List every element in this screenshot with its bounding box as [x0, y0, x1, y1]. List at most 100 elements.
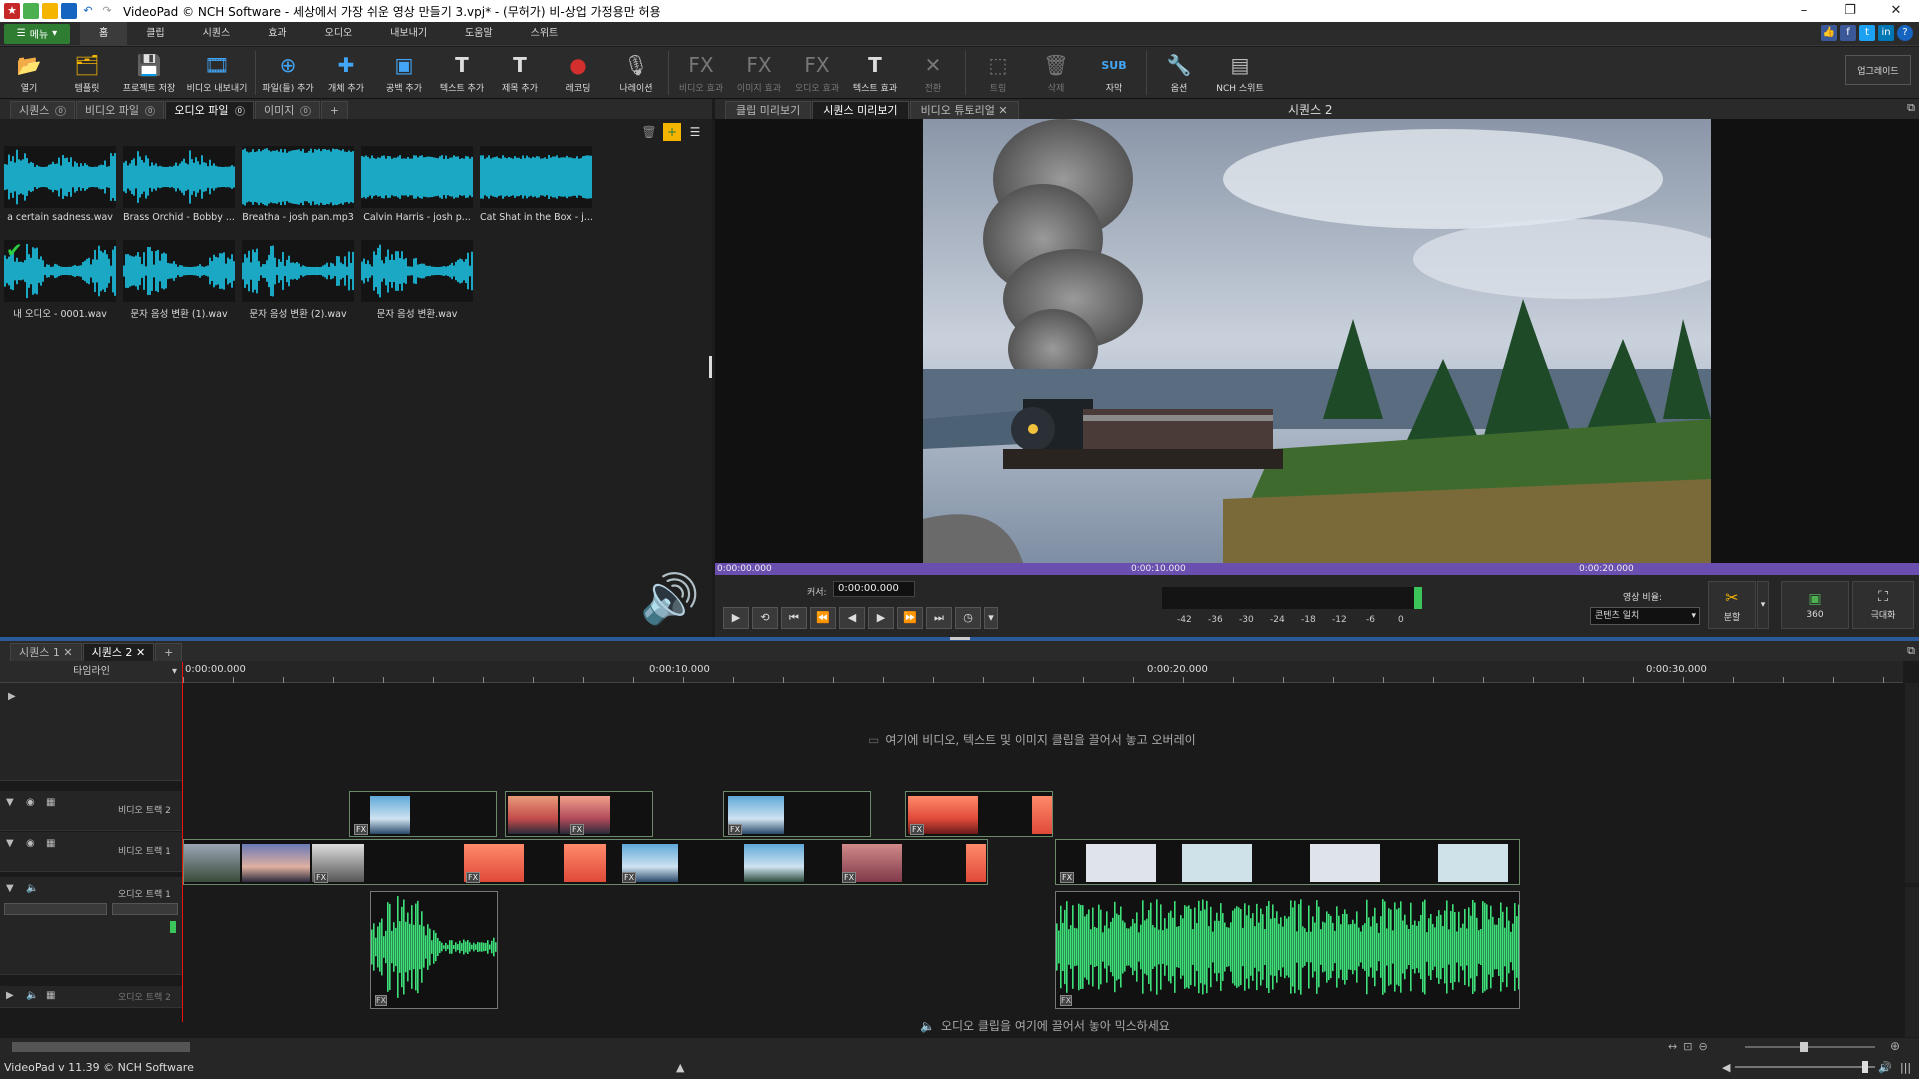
expand-icon[interactable]: ▶	[6, 990, 14, 1001]
zoom-fit-icon[interactable]: ⊡	[1683, 1040, 1692, 1053]
zoom-out-icon[interactable]: ⊖	[1698, 1040, 1707, 1053]
fx-icon[interactable]: FX	[1060, 872, 1075, 883]
bin-clip[interactable]: Calvin Harris - josh p...	[361, 146, 473, 223]
cursor-time-field[interactable]: 0:00:00.000	[833, 581, 915, 597]
new-folder-icon[interactable]: +	[663, 123, 681, 141]
help-icon[interactable]: ?	[1897, 25, 1913, 41]
step-forward-icon[interactable]: ▶	[868, 607, 894, 629]
add-object-button[interactable]: ✚ 개체 추가	[317, 47, 375, 99]
video-clip[interactable]: FX	[723, 791, 871, 837]
eye-icon[interactable]: ◉	[26, 797, 35, 808]
split-button[interactable]: ✂ 분할	[1708, 581, 1756, 629]
menu-tab-sequence[interactable]: 시퀀스	[184, 22, 250, 46]
eye-icon[interactable]: ◉	[26, 838, 35, 849]
expand-icon[interactable]: ▶	[8, 691, 16, 702]
minimize-button[interactable]: –	[1781, 0, 1827, 22]
add-text-button[interactable]: T 텍스트 추가	[433, 47, 491, 99]
trash-icon[interactable]: 🗑	[640, 123, 658, 141]
twitter-icon[interactable]: t	[1859, 25, 1875, 41]
loop-icon[interactable]: ⟲	[752, 607, 778, 629]
facebook-icon[interactable]: f	[1840, 25, 1856, 41]
menu-tab-audio[interactable]: 오디오	[306, 22, 372, 46]
template-button[interactable]: 🗂 템플릿	[58, 47, 116, 99]
go-end-icon[interactable]: ⏭	[926, 607, 952, 629]
close-icon[interactable]: ✕	[998, 104, 1007, 117]
fx-icon[interactable]: FX	[1060, 995, 1073, 1006]
sequence-preview-tab[interactable]: 시퀀스 미리보기	[812, 101, 909, 119]
split-dropdown-button[interactable]: ▾	[1757, 581, 1769, 629]
upgrade-button[interactable]: 업그레이드	[1845, 55, 1911, 85]
undock-icon[interactable]: ⧉	[1907, 101, 1915, 115]
zoom-slider-handle[interactable]	[1800, 1042, 1808, 1052]
clip-preview-tab[interactable]: 클립 미리보기	[725, 101, 812, 119]
speaker-icon[interactable]: 🔈	[26, 883, 38, 894]
master-volume-handle[interactable]	[1862, 1061, 1868, 1073]
video-clip[interactable]: FX FX FX FX	[183, 839, 988, 885]
save-project-button[interactable]: 💾 프로젝트 저장	[116, 47, 182, 99]
new-file-icon[interactable]	[23, 3, 39, 19]
video-effects-button[interactable]: FX 비디오 효과	[672, 47, 730, 99]
splitter-grip[interactable]	[950, 637, 970, 640]
open-file-icon[interactable]	[42, 3, 58, 19]
timeline-ruler[interactable]: 0:00:00.000 0:00:10.000 0:00:20.000 0:00…	[183, 661, 1903, 683]
collapse-icon[interactable]: ▼	[6, 883, 14, 894]
fx-icon[interactable]: FX	[570, 824, 585, 835]
audio-effects-button[interactable]: FX 오디오 효과	[788, 47, 846, 99]
fx-icon[interactable]: FX	[314, 872, 329, 883]
fx-icon[interactable]: FX	[842, 872, 857, 883]
export-video-button[interactable]: 🎞 비디오 내보내기	[182, 47, 252, 99]
image-effects-button[interactable]: FX 이미지 효과	[730, 47, 788, 99]
step-back-icon[interactable]: ◀	[839, 607, 865, 629]
audio-clip[interactable]: FX	[370, 891, 498, 1009]
fx-icon[interactable]: FX	[728, 824, 743, 835]
bin-clip[interactable]: a certain sadness.wav	[4, 146, 116, 223]
nch-suite-button[interactable]: ▤ NCH 스위트	[1208, 47, 1272, 99]
audio-clip[interactable]: FX	[1055, 891, 1520, 1009]
collapse-icon[interactable]: ▼	[6, 838, 14, 849]
audio-tracks-scrollbar[interactable]	[1905, 887, 1919, 1037]
text-effects-button[interactable]: T 텍스트 효과	[846, 47, 904, 99]
video-tutorial-tab[interactable]: 비디오 튜토리얼 ✕	[909, 101, 1019, 119]
menu-tab-help[interactable]: 도움말	[446, 22, 512, 46]
bin-tab-audio-files[interactable]: 오디오 파일 0	[165, 101, 254, 119]
close-window-button[interactable]: ✕	[1873, 0, 1919, 22]
pan-slider[interactable]	[112, 903, 178, 915]
layout-icon[interactable]: ▦	[46, 838, 55, 849]
layout-icon[interactable]: ▦	[46, 990, 55, 1001]
add-files-button[interactable]: ⊕ 파일(들) 추가	[259, 47, 317, 99]
bin-clip[interactable]: ✔ 내 오디오 - 0001.wav	[4, 240, 116, 320]
video-clip[interactable]: FX	[905, 791, 1053, 837]
close-icon[interactable]: ✕	[136, 646, 145, 659]
sequence-tab-2[interactable]: 시퀀스 2 ✕	[82, 643, 155, 661]
bin-clip[interactable]: 문자 음성 변환.wav	[361, 240, 473, 320]
fit-icon[interactable]: ↔	[1668, 1040, 1677, 1053]
fx-icon[interactable]: FX	[910, 824, 925, 835]
bin-clip[interactable]: Breatha - josh pan.mp3	[242, 146, 354, 223]
bin-tab-video-files[interactable]: 비디오 파일 0	[75, 101, 165, 119]
prev-clip-icon[interactable]: ⏪	[810, 607, 836, 629]
main-menu-button[interactable]: ☰ 메뉴 ▾	[4, 23, 70, 44]
bin-clip[interactable]: 문자 음성 변환 (1).wav	[123, 240, 235, 320]
bin-add-tab-button[interactable]: +	[320, 101, 349, 119]
sequence-tab-1[interactable]: 시퀀스 1 ✕	[10, 643, 82, 661]
options-button[interactable]: 🔧 옵션	[1150, 47, 1208, 99]
close-icon[interactable]: ✕	[63, 646, 72, 659]
zoom-slider[interactable]	[1745, 1046, 1875, 1048]
fullscreen-button[interactable]: ⛶ 극대화	[1852, 581, 1914, 629]
menu-tab-clip[interactable]: 클립	[127, 22, 183, 46]
playhead[interactable]	[182, 662, 183, 1022]
record-button[interactable]: ● 레코딩	[549, 47, 607, 99]
speed-icon[interactable]: ◷	[955, 607, 981, 629]
video-clip[interactable]: FX	[505, 791, 653, 837]
bin-tab-sequences[interactable]: 시퀀스 0	[10, 101, 75, 119]
trim-button[interactable]: ⬚ 트림	[969, 47, 1027, 99]
speaker-icon[interactable]: 🔊	[1878, 1056, 1892, 1079]
layout-icon[interactable]: ▦	[46, 797, 55, 808]
video-clip[interactable]: FX	[349, 791, 497, 837]
add-title-button[interactable]: T 제목 추가	[491, 47, 549, 99]
transition-button[interactable]: ✕ 전환	[904, 47, 962, 99]
video-clip[interactable]: FX	[1055, 839, 1520, 885]
volume-slider[interactable]	[4, 903, 107, 915]
undock-icon[interactable]: ⧉	[1907, 644, 1915, 658]
play-icon[interactable]: ▶	[723, 607, 749, 629]
